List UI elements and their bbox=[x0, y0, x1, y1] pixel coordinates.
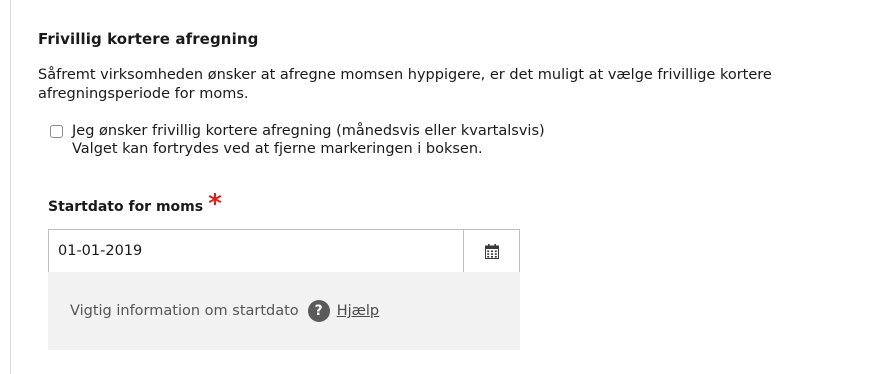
help-link[interactable]: Hjælp bbox=[337, 303, 379, 319]
help-icon[interactable]: ? bbox=[307, 300, 330, 322]
startdate-info-box: Vigtig information om startdato ? Hjælp bbox=[48, 272, 520, 350]
startdate-field bbox=[48, 229, 520, 273]
required-asterisk: * bbox=[208, 189, 222, 219]
checkbox-label-line1: Jeg ønsker frivillig kortere afregning (… bbox=[72, 123, 545, 139]
section-title: Frivillig kortere afregning bbox=[38, 30, 259, 48]
voluntary-shorter-settlement-checkbox[interactable] bbox=[50, 125, 63, 138]
calendar-icon bbox=[484, 243, 499, 259]
section-description: Såfremt virksomheden ønsker at afregne m… bbox=[38, 67, 772, 102]
left-divider bbox=[10, 0, 11, 374]
startdate-label: Startdato for moms * bbox=[48, 191, 222, 217]
startdate-input[interactable] bbox=[49, 230, 463, 272]
startdate-info-text: Vigtig information om startdato bbox=[70, 303, 299, 319]
calendar-button[interactable] bbox=[463, 230, 519, 272]
checkbox-label: Jeg ønsker frivillig kortere afregning (… bbox=[72, 122, 545, 158]
checkbox-label-line2: Valget kan fortrydes ved at fjerne marke… bbox=[72, 141, 483, 157]
startdate-label-text: Startdato for moms bbox=[48, 199, 204, 215]
voluntary-shorter-settlement-option[interactable]: Jeg ønsker frivillig kortere afregning (… bbox=[50, 122, 545, 158]
page: Frivillig kortere afregning Såfremt virk… bbox=[0, 0, 880, 374]
